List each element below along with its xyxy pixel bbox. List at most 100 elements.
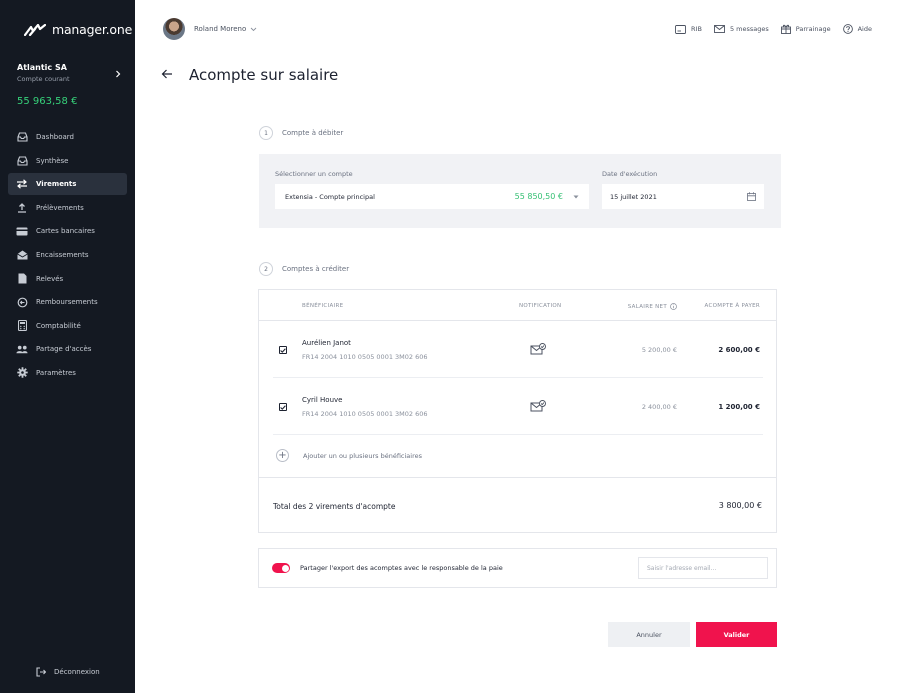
submit-button[interactable]: Valider xyxy=(696,622,777,647)
advance-amount: 2 600,00 € xyxy=(718,346,760,354)
logout-label: Déconnexion xyxy=(54,668,100,676)
header-beneficiary: BÉNÉFICIAIRE xyxy=(302,303,344,309)
date-value: 15 juillet 2021 xyxy=(610,192,657,201)
sidebar-item-releves[interactable]: Relevés xyxy=(8,268,127,290)
step-label: Comptes à créditer xyxy=(282,265,350,273)
referral-link[interactable]: Parrainage xyxy=(780,24,831,34)
info-icon[interactable] xyxy=(670,303,677,310)
total-label: Total des 2 virements d'acompte xyxy=(273,502,396,511)
sidebar-item-comptabilite[interactable]: Comptabilité xyxy=(8,315,127,337)
sidebar-item-label: Paramètres xyxy=(36,368,76,377)
refund-icon xyxy=(16,296,28,308)
sidebar-item-remboursements[interactable]: Remboursements xyxy=(8,291,127,313)
check-icon xyxy=(280,404,286,410)
check-icon xyxy=(280,347,286,353)
page-title: Acompte sur salaire xyxy=(189,66,339,84)
gift-icon xyxy=(780,24,791,34)
sidebar-item-encaissements[interactable]: Encaissements xyxy=(8,244,127,266)
referral-label: Parrainage xyxy=(795,25,831,33)
chevron-down-icon xyxy=(250,27,257,31)
add-beneficiary-button[interactable]: + Ajouter un ou plusieurs bénéficiaires xyxy=(276,449,422,462)
sidebar-item-parametres[interactable]: Paramètres xyxy=(8,362,127,384)
help-icon xyxy=(842,24,853,34)
user-name: Roland Moreno xyxy=(194,25,247,33)
logout-button[interactable]: Déconnexion xyxy=(36,667,100,677)
messages-label: 5 messages xyxy=(729,25,769,33)
credit-card-icon xyxy=(16,225,28,237)
account-type: Compte courant xyxy=(17,75,70,83)
sidebar-nav: Dashboard Synthèse Virements Prélèvement… xyxy=(8,126,127,386)
sidebar-item-label: Partage d'accès xyxy=(36,345,92,354)
step-number: 2 xyxy=(259,262,273,276)
rib-label: RIB xyxy=(691,25,702,33)
account-select-balance: 55 850,50 € xyxy=(514,192,563,201)
date-picker[interactable]: 15 juillet 2021 xyxy=(602,184,764,209)
sidebar-item-label: Relevés xyxy=(36,274,64,283)
header-notification: NOTIFICATION xyxy=(519,303,562,309)
share-label: Partager l'export des acomptes avec le r… xyxy=(300,564,503,572)
document-icon xyxy=(16,273,28,285)
row-checkbox[interactable] xyxy=(279,403,287,411)
table-row: Aurélien Janot FR14 2004 1010 0505 0001 … xyxy=(259,321,776,378)
sidebar-item-label: Encaissements xyxy=(36,250,89,259)
sidebar-item-synthese[interactable]: Synthèse xyxy=(8,150,127,172)
messages-link[interactable]: 5 messages xyxy=(713,25,769,33)
toggle-knob xyxy=(281,564,289,572)
table-row: Cyril Houve FR14 2004 1010 0505 0001 3M0… xyxy=(259,378,776,435)
logo-mark-icon xyxy=(24,23,46,36)
share-toggle[interactable] xyxy=(272,563,290,573)
calculator-icon xyxy=(16,320,28,332)
step-2-heading: 2 Comptes à créditer xyxy=(259,262,349,276)
rib-link[interactable]: RIB xyxy=(675,24,702,34)
upload-icon xyxy=(16,202,28,214)
logo[interactable]: manager.one xyxy=(24,22,132,37)
sidebar-item-label: Cartes bancaires xyxy=(36,227,95,236)
total-value: 3 800,00 € xyxy=(718,501,762,510)
envelope-open-icon xyxy=(16,249,28,261)
avatar[interactable] xyxy=(163,18,185,40)
beneficiary-name: Cyril Houve xyxy=(302,396,343,404)
divider xyxy=(259,477,776,478)
mail-check-icon[interactable] xyxy=(530,343,546,356)
sidebar-item-label: Synthèse xyxy=(36,156,69,165)
gear-icon xyxy=(16,367,28,379)
sidebar-item-partage[interactable]: Partage d'accès xyxy=(8,338,127,360)
sidebar-item-prelevements[interactable]: Prélèvements xyxy=(8,197,127,219)
header-net-salary-label: SALAIRE NET xyxy=(627,303,667,310)
company-name: Atlantic SA xyxy=(17,63,67,72)
sidebar-item-label: Prélèvements xyxy=(36,203,84,212)
net-salary: 5 200,00 € xyxy=(641,346,677,354)
account-select-label: Sélectionner un compte xyxy=(275,170,353,178)
caret-down-icon xyxy=(573,195,579,198)
calendar-icon[interactable] xyxy=(747,192,756,201)
net-salary: 2 400,00 € xyxy=(641,403,677,411)
email-input[interactable] xyxy=(638,557,768,579)
inbox-icon xyxy=(16,155,28,167)
sidebar-item-label: Remboursements xyxy=(36,298,98,307)
header-net-salary: SALAIRE NET xyxy=(628,303,677,310)
logout-icon xyxy=(36,667,46,677)
beneficiary-iban: FR14 2004 1010 0505 0001 3M02 606 xyxy=(302,410,428,418)
transfer-arrows-icon xyxy=(16,178,28,190)
inbox-icon xyxy=(16,131,28,143)
top-links: RIB 5 messages Parrainage Aide xyxy=(675,24,872,34)
row-checkbox[interactable] xyxy=(279,346,287,354)
sidebar-item-dashboard[interactable]: Dashboard xyxy=(8,126,127,148)
user-menu[interactable]: Roland Moreno xyxy=(194,25,257,33)
back-arrow-icon[interactable] xyxy=(161,68,173,80)
sidebar-item-cartes[interactable]: Cartes bancaires xyxy=(8,220,127,242)
sidebar-item-virements[interactable]: Virements xyxy=(8,173,127,196)
mail-check-icon[interactable] xyxy=(530,400,546,413)
help-link[interactable]: Aide xyxy=(842,24,872,34)
share-export-panel: Partager l'export des acomptes avec le r… xyxy=(258,548,777,588)
users-icon xyxy=(16,343,28,355)
plus-icon: + xyxy=(276,449,289,462)
step-1-heading: 1 Compte à débiter xyxy=(259,126,343,140)
account-select[interactable]: Extensia - Compte principal 55 850,50 € xyxy=(275,184,589,209)
sidebar-item-label: Dashboard xyxy=(36,133,74,141)
account-switcher[interactable]: Atlantic SA Compte courant xyxy=(17,63,127,83)
cancel-button[interactable]: Annuler xyxy=(608,622,690,647)
sidebar: manager.one Atlantic SA Compte courant 5… xyxy=(0,0,135,693)
debit-account-panel: Sélectionner un compte Extensia - Compte… xyxy=(259,154,781,228)
header-advance: ACOMPTE À PAYER xyxy=(704,303,760,309)
